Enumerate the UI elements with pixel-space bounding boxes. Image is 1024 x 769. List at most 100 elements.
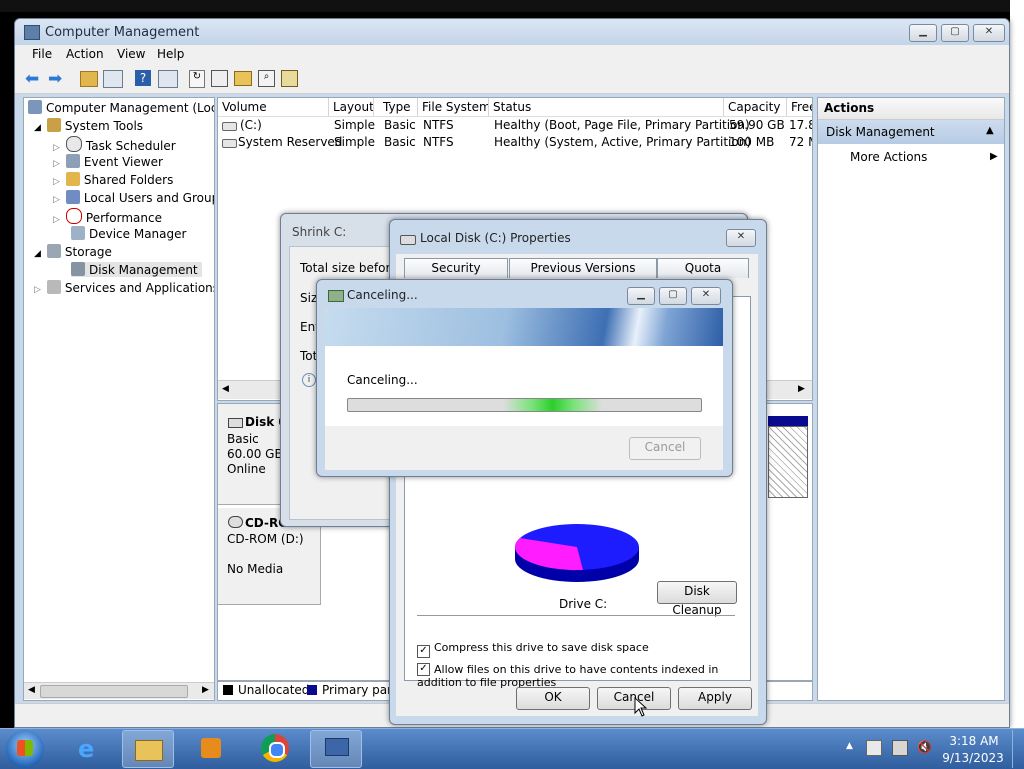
maximize-button[interactable]: ▢ — [941, 24, 969, 42]
collapse-up-icon[interactable]: ▲ — [986, 125, 994, 136]
close-button[interactable]: ✕ — [973, 24, 1005, 42]
properties-close-button[interactable]: ✕ — [726, 229, 756, 247]
tree-shared-folders[interactable]: ▷ Shared Folders — [53, 172, 173, 187]
open-icon[interactable] — [234, 71, 252, 86]
tree-system-tools[interactable]: ◢ System Tools — [34, 118, 143, 133]
table-row[interactable]: System Reserved Simple Basic NTFS Health… — [218, 135, 812, 152]
tree-device-manager[interactable]: Device Manager — [71, 226, 186, 241]
minimize-button[interactable]: ▁ — [909, 24, 937, 42]
main-title-bar[interactable]: Computer Management ▁ ▢ ✕ — [15, 19, 1009, 45]
show-hide-action-pane-icon[interactable] — [158, 70, 178, 88]
help-icon[interactable]: ? — [135, 70, 151, 86]
menu-help[interactable]: Help — [157, 47, 184, 61]
cell-status: Healthy (Boot, Page File, Primary Partit… — [494, 118, 750, 132]
collapsed-arrow-icon[interactable]: ▷ — [53, 177, 60, 187]
canceling-close-button[interactable]: ✕ — [691, 287, 721, 305]
shrink-title: Shrink C: — [292, 225, 347, 239]
partition-header-bar — [768, 416, 808, 426]
tree-root[interactable]: Computer Management (Local — [28, 100, 214, 115]
col-capacity[interactable]: Capacity — [724, 98, 787, 116]
forward-icon[interactable]: ➡ — [48, 69, 62, 89]
col-layout[interactable]: Layout — [329, 98, 374, 116]
disk-cleanup-button[interactable]: Disk Cleanup — [657, 581, 737, 617]
drive-usage-pie — [514, 524, 639, 582]
actions-section-disk-management[interactable]: Disk Management ▲ — [818, 120, 1004, 144]
compress-option[interactable]: ✓ Compress this drive to save disk space — [417, 641, 737, 658]
clock-date[interactable]: 9/13/2023 — [942, 751, 1004, 765]
collapsed-arrow-icon[interactable]: ▷ — [53, 143, 60, 153]
apply-button[interactable]: Apply — [678, 687, 752, 710]
canceling-minimize-button[interactable]: ▁ — [627, 287, 655, 305]
show-hide-tree-icon[interactable] — [103, 70, 123, 88]
partition-block[interactable] — [768, 426, 808, 498]
internet-explorer-icon[interactable]: e — [64, 730, 114, 766]
tree-horizontal-scrollbar[interactable]: ◀ ▶ — [24, 682, 214, 699]
index-option[interactable]: ✓ Allow files on this drive to have conte… — [417, 663, 737, 689]
col-status[interactable]: Status — [489, 98, 724, 116]
menu-view[interactable]: View — [117, 47, 145, 61]
compress-checkbox[interactable]: ✓ — [417, 645, 430, 658]
tree-local-users[interactable]: ▷ Local Users and Groups — [53, 190, 214, 205]
refresh-icon[interactable]: ↻ — [189, 70, 205, 88]
col-type[interactable]: Type — [379, 98, 418, 116]
tree-event-viewer[interactable]: ▷ Event Viewer — [53, 154, 163, 169]
canceling-maximize-button[interactable]: ▢ — [659, 287, 687, 305]
shared-folder-icon — [65, 172, 80, 186]
clock-icon — [65, 136, 82, 152]
collapsed-arrow-icon[interactable]: ▷ — [34, 285, 41, 295]
action-center-icon[interactable] — [866, 740, 882, 756]
back-icon[interactable]: ⬅ — [25, 69, 39, 89]
tree-performance[interactable]: ▷ Performance — [53, 208, 162, 225]
table-row[interactable]: (C:) Simple Basic NTFS Healthy (Boot, Pa… — [218, 118, 812, 135]
drive-properties-icon — [400, 235, 416, 245]
properties-icon[interactable] — [211, 70, 228, 87]
desktop-right-edge — [1010, 0, 1024, 728]
index-checkbox[interactable]: ✓ — [417, 663, 430, 676]
col-volume[interactable]: Volume — [218, 98, 329, 116]
network-icon[interactable] — [892, 740, 908, 756]
up-folder-icon[interactable] — [80, 71, 98, 87]
tab-quota[interactable]: Quota — [657, 258, 749, 278]
tab-security[interactable]: Security — [404, 258, 508, 278]
tree-scroll-thumb[interactable] — [40, 685, 188, 698]
col-file-system[interactable]: File System — [418, 98, 489, 116]
computer-management-taskbar-icon[interactable] — [310, 730, 362, 768]
tree-storage[interactable]: ◢ Storage — [34, 244, 112, 259]
cell-file-system: NTFS — [423, 135, 454, 149]
collapsed-arrow-icon[interactable]: ▷ — [53, 215, 60, 225]
tab-previous-versions[interactable]: Previous Versions — [509, 258, 657, 278]
file-explorer-icon[interactable] — [122, 730, 174, 768]
show-hidden-icons-icon[interactable]: ▲ — [846, 741, 853, 751]
users-icon — [65, 190, 80, 204]
scroll-right-arrow-icon[interactable]: ▶ — [202, 685, 209, 695]
clock-time[interactable]: 3:18 AM — [948, 734, 1000, 748]
tree-task-scheduler[interactable]: ▷ Task Scheduler — [53, 136, 176, 153]
tree-disk-management[interactable]: Disk Management — [71, 262, 202, 277]
menu-action[interactable]: Action — [66, 47, 104, 61]
more-actions-item[interactable]: More Actions ▶ — [818, 146, 1004, 168]
menu-file[interactable]: File — [32, 47, 52, 61]
scroll-left-arrow-icon[interactable]: ◀ — [222, 384, 229, 394]
scroll-left-arrow-icon[interactable]: ◀ — [28, 685, 35, 695]
collapsed-arrow-icon[interactable]: ▷ — [53, 159, 60, 169]
chrome-icon[interactable] — [250, 730, 300, 766]
volume-muted-icon[interactable]: 🔇 — [917, 740, 932, 754]
submenu-arrow-icon: ▶ — [990, 151, 998, 162]
ok-button[interactable]: OK — [516, 687, 590, 710]
canceling-cancel-button[interactable]: Cancel — [629, 437, 701, 460]
expanded-arrow-icon[interactable]: ◢ — [34, 123, 41, 133]
scroll-right-arrow-icon[interactable]: ▶ — [798, 384, 805, 394]
settings-icon[interactable] — [281, 70, 298, 87]
tree-services[interactable]: ▷ Services and Applications — [34, 280, 214, 295]
canceling-body: Canceling... — [325, 346, 723, 426]
expanded-arrow-icon[interactable]: ◢ — [34, 249, 41, 259]
media-player-icon[interactable] — [186, 730, 236, 766]
cell-type: Basic — [384, 135, 416, 149]
actions-title: Actions — [824, 101, 875, 115]
show-desktop-button[interactable] — [1012, 730, 1024, 768]
collapsed-arrow-icon[interactable]: ▷ — [53, 195, 60, 205]
search-icon[interactable]: ⌕ — [258, 70, 275, 87]
cdrom-drive: CD-ROM (D:) — [227, 532, 304, 546]
col-free[interactable]: Free — [787, 98, 812, 116]
device-manager-icon — [71, 226, 85, 240]
